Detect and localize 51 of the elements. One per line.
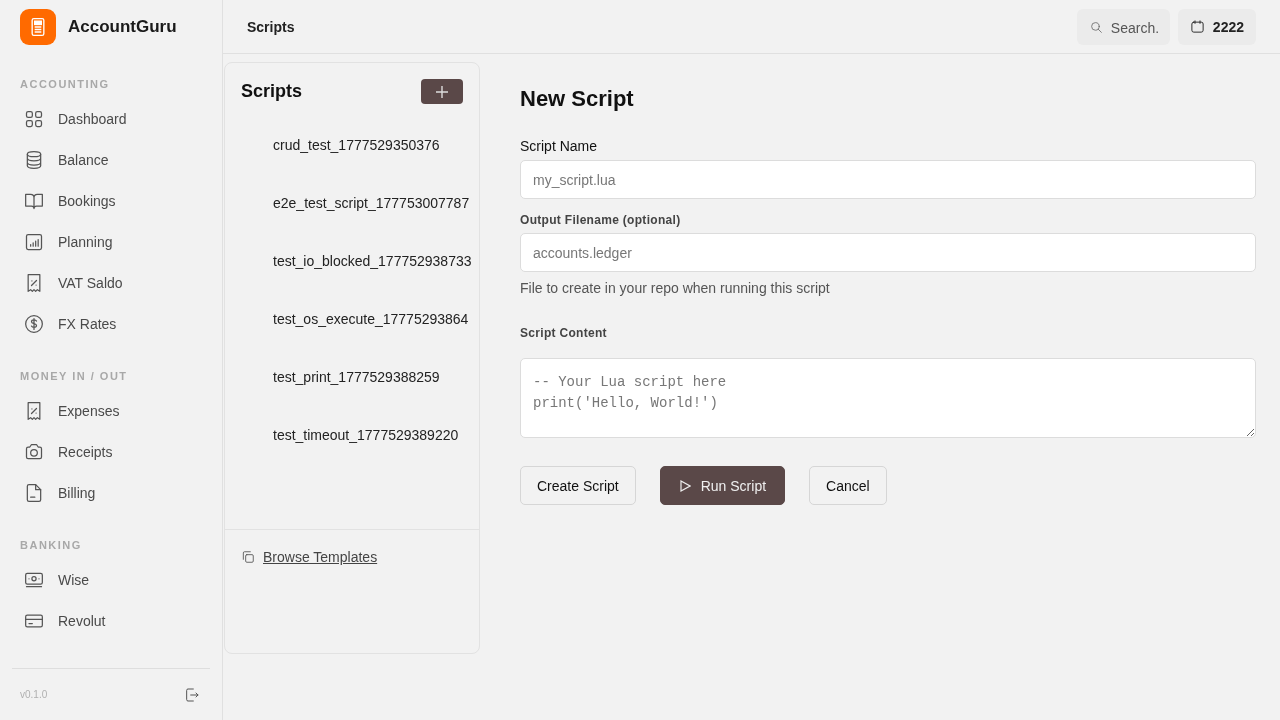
panel-title: Scripts: [241, 81, 303, 102]
section-heading: MONEY IN / OUT: [19, 369, 129, 384]
form-title: New Script: [520, 86, 635, 112]
logout-icon[interactable]: [184, 686, 200, 703]
version-label: v0.1.0: [20, 689, 48, 700]
sidebar-item[interactable]: Billing: [0, 472, 222, 513]
script-item[interactable]: test_timeout_1777529389220: [225, 406, 479, 464]
sidebar-item[interactable]: Dashboard: [0, 98, 222, 139]
grid-icon: [24, 108, 44, 129]
sidebar-item[interactable]: Planning: [0, 221, 222, 262]
field-label: Output Filename (optional): [520, 213, 682, 227]
script-item[interactable]: test_print_1777529388259: [225, 348, 479, 406]
sidebar-item[interactable]: VAT Saldo: [0, 262, 222, 303]
sidebar-item[interactable]: Wise: [0, 559, 222, 600]
section-heading: ACCOUNTING: [19, 77, 111, 92]
action-button[interactable]: Cancel: [809, 466, 887, 505]
script-item[interactable]: crud_test_1777529350376: [225, 116, 479, 174]
sidebar-item[interactable]: FX Rates: [0, 303, 222, 344]
sidebar-item[interactable]: Expenses: [0, 390, 222, 431]
text-field[interactable]: accounts.ledger: [520, 233, 1256, 272]
field-label: Script Name: [520, 138, 599, 154]
script-item[interactable]: test_io_blocked_177752938733: [225, 232, 479, 290]
code-field[interactable]: -- Your Lua script here print('Hello, World!'): [520, 358, 1256, 438]
logo-icon: [20, 9, 56, 45]
action-button[interactable]: Create Script: [520, 466, 636, 505]
section-heading: BANKING: [19, 538, 83, 553]
database-icon: [24, 149, 44, 170]
sidebar-item[interactable]: Balance: [0, 139, 222, 180]
calendar-icon: [1189, 19, 1205, 34]
script-item[interactable]: e2e_test_script_177753007787: [225, 174, 479, 232]
chart-icon: [24, 231, 44, 252]
play-icon: [678, 479, 691, 492]
year-button[interactable]: 2222: [1177, 8, 1256, 45]
add-button[interactable]: [421, 79, 463, 104]
help-text: File to create in your repo when running this script: [520, 280, 831, 296]
document-icon: [24, 482, 44, 503]
app-name: AccountGuru: [68, 17, 177, 37]
field-label: Script Content: [520, 326, 608, 340]
sidebar-item[interactable]: Receipts: [0, 431, 222, 472]
sidebar-item[interactable]: Revolut: [0, 600, 222, 641]
sidebar-item[interactable]: Bookings: [0, 180, 222, 221]
run-button[interactable]: Run Script: [659, 466, 786, 505]
camera-icon: [24, 441, 44, 462]
plus-icon: [436, 85, 448, 98]
copy-icon: [241, 550, 255, 564]
search-field[interactable]: Search.: [1076, 8, 1170, 45]
browse-templates-link[interactable]: Browse Templates: [263, 549, 378, 565]
page-title: Scripts: [247, 18, 296, 35]
script-item[interactable]: test_os_execute_17775293864: [225, 290, 479, 348]
dollar-icon: [24, 313, 44, 334]
text-field[interactable]: my_script.lua: [520, 160, 1256, 199]
